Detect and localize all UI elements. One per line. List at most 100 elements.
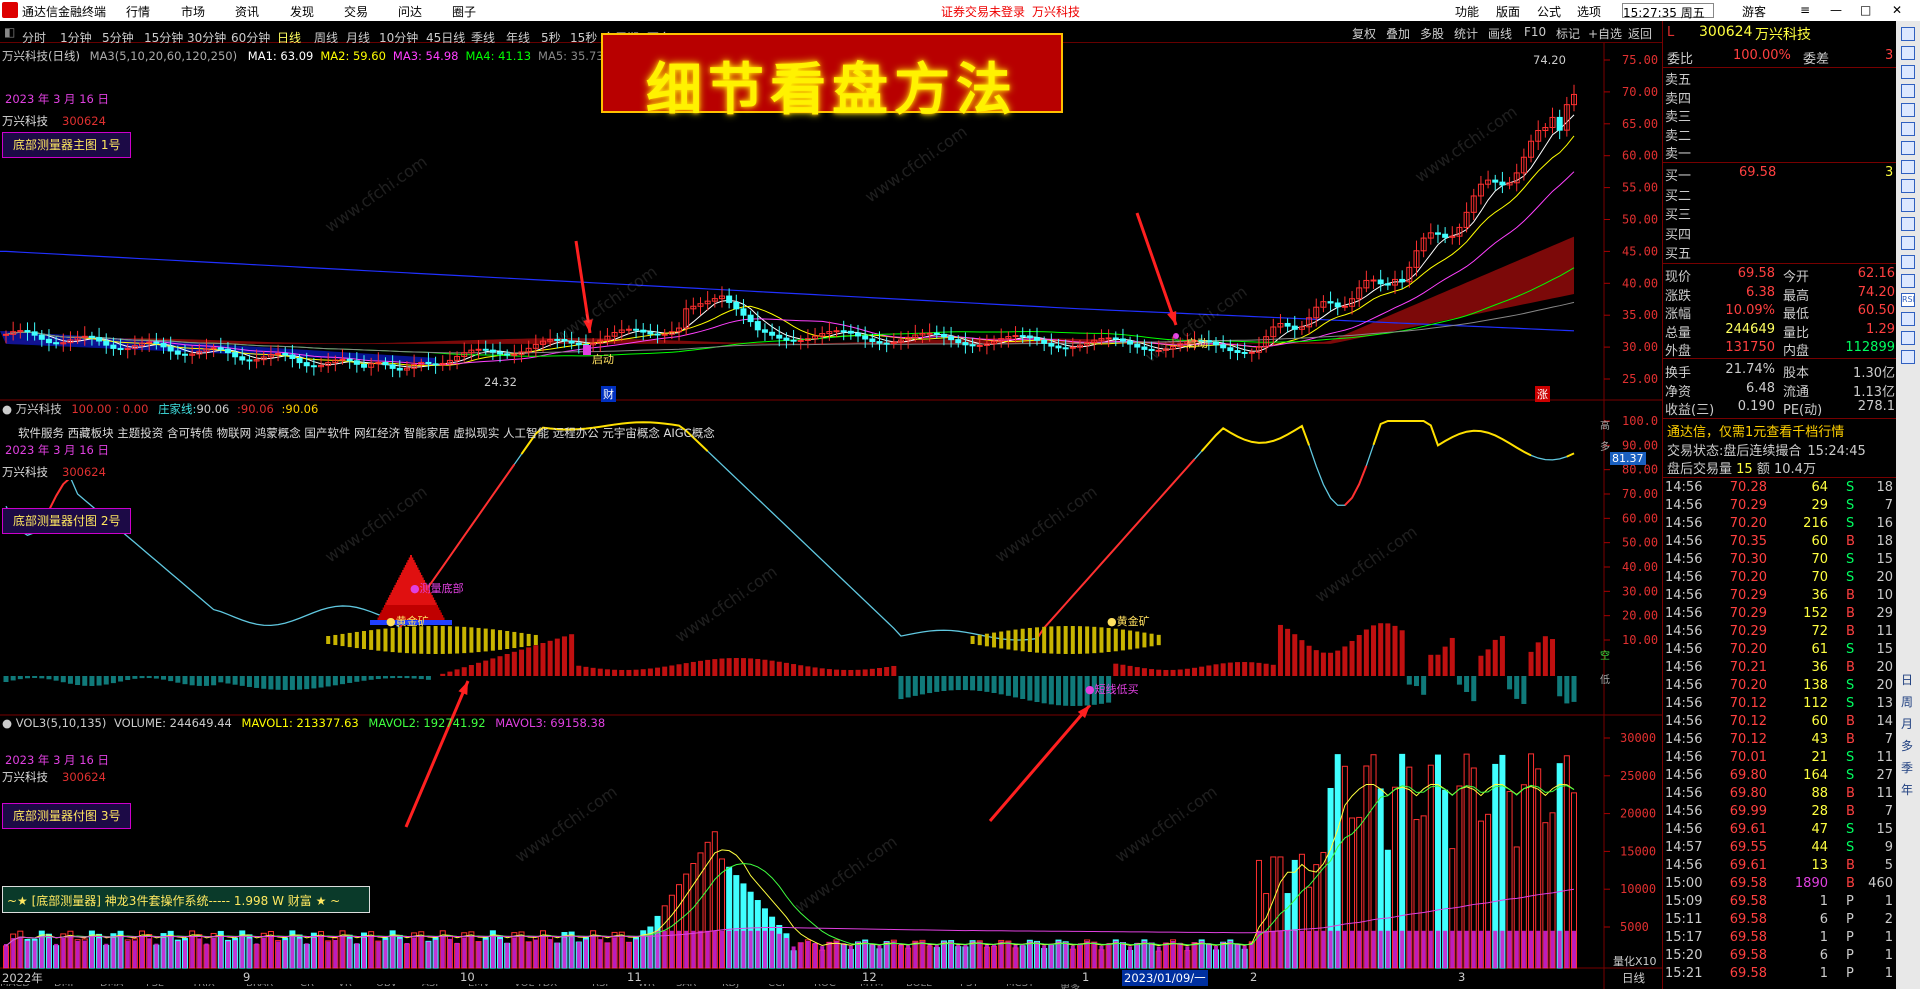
tick-row[interactable]: 14:56 69.61 47 S 15: [1663, 822, 1897, 840]
gear-icon[interactable]: [1901, 179, 1915, 193]
tick-row[interactable]: 15:17 69.58 1 P 1: [1663, 930, 1897, 948]
indicator-tab-10[interactable]: EMV: [468, 984, 490, 989]
tool-f10[interactable]: F10: [1524, 25, 1546, 39]
menu-function[interactable]: 功能: [1455, 3, 1479, 20]
ad-text[interactable]: 通达信，仅需1元查看千档行情: [1667, 421, 1844, 440]
tick-row[interactable]: 14:56 69.61 13 B 5: [1663, 858, 1897, 876]
tick-row[interactable]: 14:56 70.29 29 S 7: [1663, 498, 1897, 516]
tick-row[interactable]: 14:57 69.55 44 S 9: [1663, 840, 1897, 858]
tick-row[interactable]: 15:00 69.58 1890 B 460: [1663, 876, 1897, 894]
promo-banner[interactable]: ~★ [底部测量器] 神龙3件套操作系统----- 1.998 W 财富 ★ ~: [2, 886, 370, 913]
indicator-tab-15[interactable]: KDJ: [722, 984, 739, 989]
side-period-3[interactable]: 多: [1901, 737, 1913, 754]
chart-area[interactable]: 75.00 70.00 65.00 60.00 55.00 50.00 45.00 40.00…: [0, 33, 1662, 989]
sell-level-4[interactable]: 卖四: [1665, 88, 1691, 107]
tool-stats[interactable]: 统计: [1454, 25, 1478, 42]
list-icon[interactable]: [1901, 122, 1915, 136]
tick-row[interactable]: 14:56 70.20 216 S 16: [1663, 516, 1897, 534]
zoom-icon[interactable]: [1901, 103, 1915, 117]
tick-row[interactable]: 14:56 70.30 70 S 15: [1663, 552, 1897, 570]
grid-icon[interactable]: [1901, 27, 1915, 41]
copy-icon[interactable]: [1901, 312, 1915, 326]
indicator-tab-5[interactable]: BRAR: [246, 984, 273, 989]
indicator-tab-19[interactable]: BOLL: [906, 984, 932, 989]
tool-back[interactable]: 返回: [1628, 25, 1652, 42]
tick-row[interactable]: 14:56 70.01 21 S 11: [1663, 750, 1897, 768]
settings-icon[interactable]: ≡: [1800, 3, 1810, 17]
tool-overlay[interactable]: 叠加: [1386, 25, 1410, 42]
indicator-tab-13[interactable]: WR: [638, 984, 655, 989]
rsi-icon[interactable]: RSI: [1901, 293, 1915, 307]
tick-row[interactable]: 15:09 69.58 1 P 1: [1663, 894, 1897, 912]
sell-level-3[interactable]: 卖三: [1665, 106, 1691, 125]
tick-row[interactable]: 15:20 69.58 6 P 1: [1663, 948, 1897, 966]
indicator-tab-6[interactable]: CR: [300, 984, 314, 989]
indicator-tab-9[interactable]: ASI: [422, 984, 438, 989]
side-period-4[interactable]: 季: [1901, 759, 1913, 776]
tool-add-watch[interactable]: +自选: [1588, 25, 1622, 42]
indicator-tab-22[interactable]: 更多: [1060, 984, 1080, 989]
indicator-tab-17[interactable]: ROC: [814, 984, 836, 989]
bars-icon[interactable]: [1901, 46, 1915, 60]
tick-row[interactable]: 15:11 69.58 6 P 2: [1663, 912, 1897, 930]
indicator-tab-3[interactable]: FSL: [146, 984, 164, 989]
indicator-tab-16[interactable]: CCI: [768, 984, 785, 989]
close-icon[interactable]: ✕: [1892, 3, 1902, 17]
tool-fuquan[interactable]: 复权: [1352, 25, 1376, 42]
toggle-icon[interactable]: ◧: [4, 25, 15, 39]
menu-quotes[interactable]: 行情: [126, 3, 150, 20]
lock-icon[interactable]: [1901, 236, 1915, 250]
buy-level-4[interactable]: 买四: [1665, 224, 1691, 243]
sell-level-1[interactable]: 卖一: [1665, 143, 1691, 162]
limitup-marker[interactable]: 涨: [1535, 386, 1550, 402]
tick-row[interactable]: 14:56 70.20 138 S 20: [1663, 678, 1897, 696]
menu-options[interactable]: 选项: [1577, 3, 1601, 20]
menu-news[interactable]: 资讯: [235, 3, 259, 20]
maximize-icon[interactable]: □: [1860, 3, 1871, 17]
tick-list[interactable]: 14:56 70.28 64 S 18 14:56 70.29 29 S 7 14:56 70.20 2…: [1663, 480, 1897, 989]
indicator-tab-1[interactable]: DMI: [54, 984, 73, 989]
tick-row[interactable]: 14:56 70.20 61 S 15: [1663, 642, 1897, 660]
indicator-tab-11[interactable]: VOL-TDX: [514, 984, 557, 989]
tick-row[interactable]: 14:56 70.29 72 B 11: [1663, 624, 1897, 642]
tick-row[interactable]: 14:56 69.80 164 S 27: [1663, 768, 1897, 786]
buy-level-2[interactable]: 买二: [1665, 185, 1691, 204]
buy-level-5[interactable]: 买五: [1665, 243, 1691, 262]
arrow-icon[interactable]: [1901, 274, 1915, 288]
minimize-icon[interactable]: —: [1830, 3, 1842, 17]
menu-market[interactable]: 市场: [181, 3, 205, 20]
osc-tag[interactable]: 底部测量器付图 2号: [2, 508, 132, 534]
tick-row[interactable]: 15:21 69.58 1 P 1: [1663, 966, 1897, 984]
menu-ask[interactable]: 问达: [398, 3, 422, 20]
chart-icon[interactable]: [1901, 84, 1915, 98]
table-icon[interactable]: [1901, 160, 1915, 174]
indicator-tabs[interactable]: MACD DMI DMA FSL TRIX BRAR CR VR OBV ASI EMV VOL-TD…: [0, 984, 1662, 989]
pen-icon[interactable]: [1901, 350, 1915, 364]
kline-chart[interactable]: 75.00 70.00 65.00 60.00 55.00 50.00 45.00 40.00…: [0, 43, 1662, 989]
indicator-tab-12[interactable]: RSI: [592, 984, 608, 989]
indicator-tab-14[interactable]: SAR: [676, 984, 696, 989]
tick-row[interactable]: 14:56 70.12 60 B 14: [1663, 714, 1897, 732]
indicator-tab-4[interactable]: TRIX: [192, 984, 215, 989]
sell-level-2[interactable]: 卖二: [1665, 125, 1691, 144]
indicator-tab-18[interactable]: MTM: [860, 984, 883, 989]
star-icon[interactable]: [1901, 198, 1915, 212]
tick-row[interactable]: 14:56 70.29 36 B 10: [1663, 588, 1897, 606]
user-label[interactable]: 游客: [1742, 3, 1766, 20]
vol-tag[interactable]: 底部测量器付图 3号: [2, 803, 132, 829]
side-period-2[interactable]: 月: [1901, 715, 1913, 732]
buy-level-3[interactable]: 买三: [1665, 204, 1691, 223]
tick-row[interactable]: 14:56 70.35 60 B 18: [1663, 534, 1897, 552]
panel-level-icon[interactable]: L: [1667, 25, 1674, 40]
tick-row[interactable]: 14:56 70.21 36 B 20: [1663, 660, 1897, 678]
line-icon[interactable]: [1901, 65, 1915, 79]
search-icon[interactable]: [1901, 255, 1915, 269]
tick-row[interactable]: 14:56 70.12 43 B 7: [1663, 732, 1897, 750]
menu-trade[interactable]: 交易: [344, 3, 368, 20]
indicator-tab-0[interactable]: MACD: [0, 984, 30, 989]
tick-row[interactable]: 14:56 69.80 88 B 11: [1663, 786, 1897, 804]
indicator-tab-21[interactable]: MCST: [1006, 984, 1034, 989]
main-tag[interactable]: 底部测量器主图 1号: [2, 132, 132, 158]
tick-row[interactable]: 14:56 70.29 152 B 29: [1663, 606, 1897, 624]
indicator-tab-20[interactable]: PSY: [960, 984, 979, 989]
